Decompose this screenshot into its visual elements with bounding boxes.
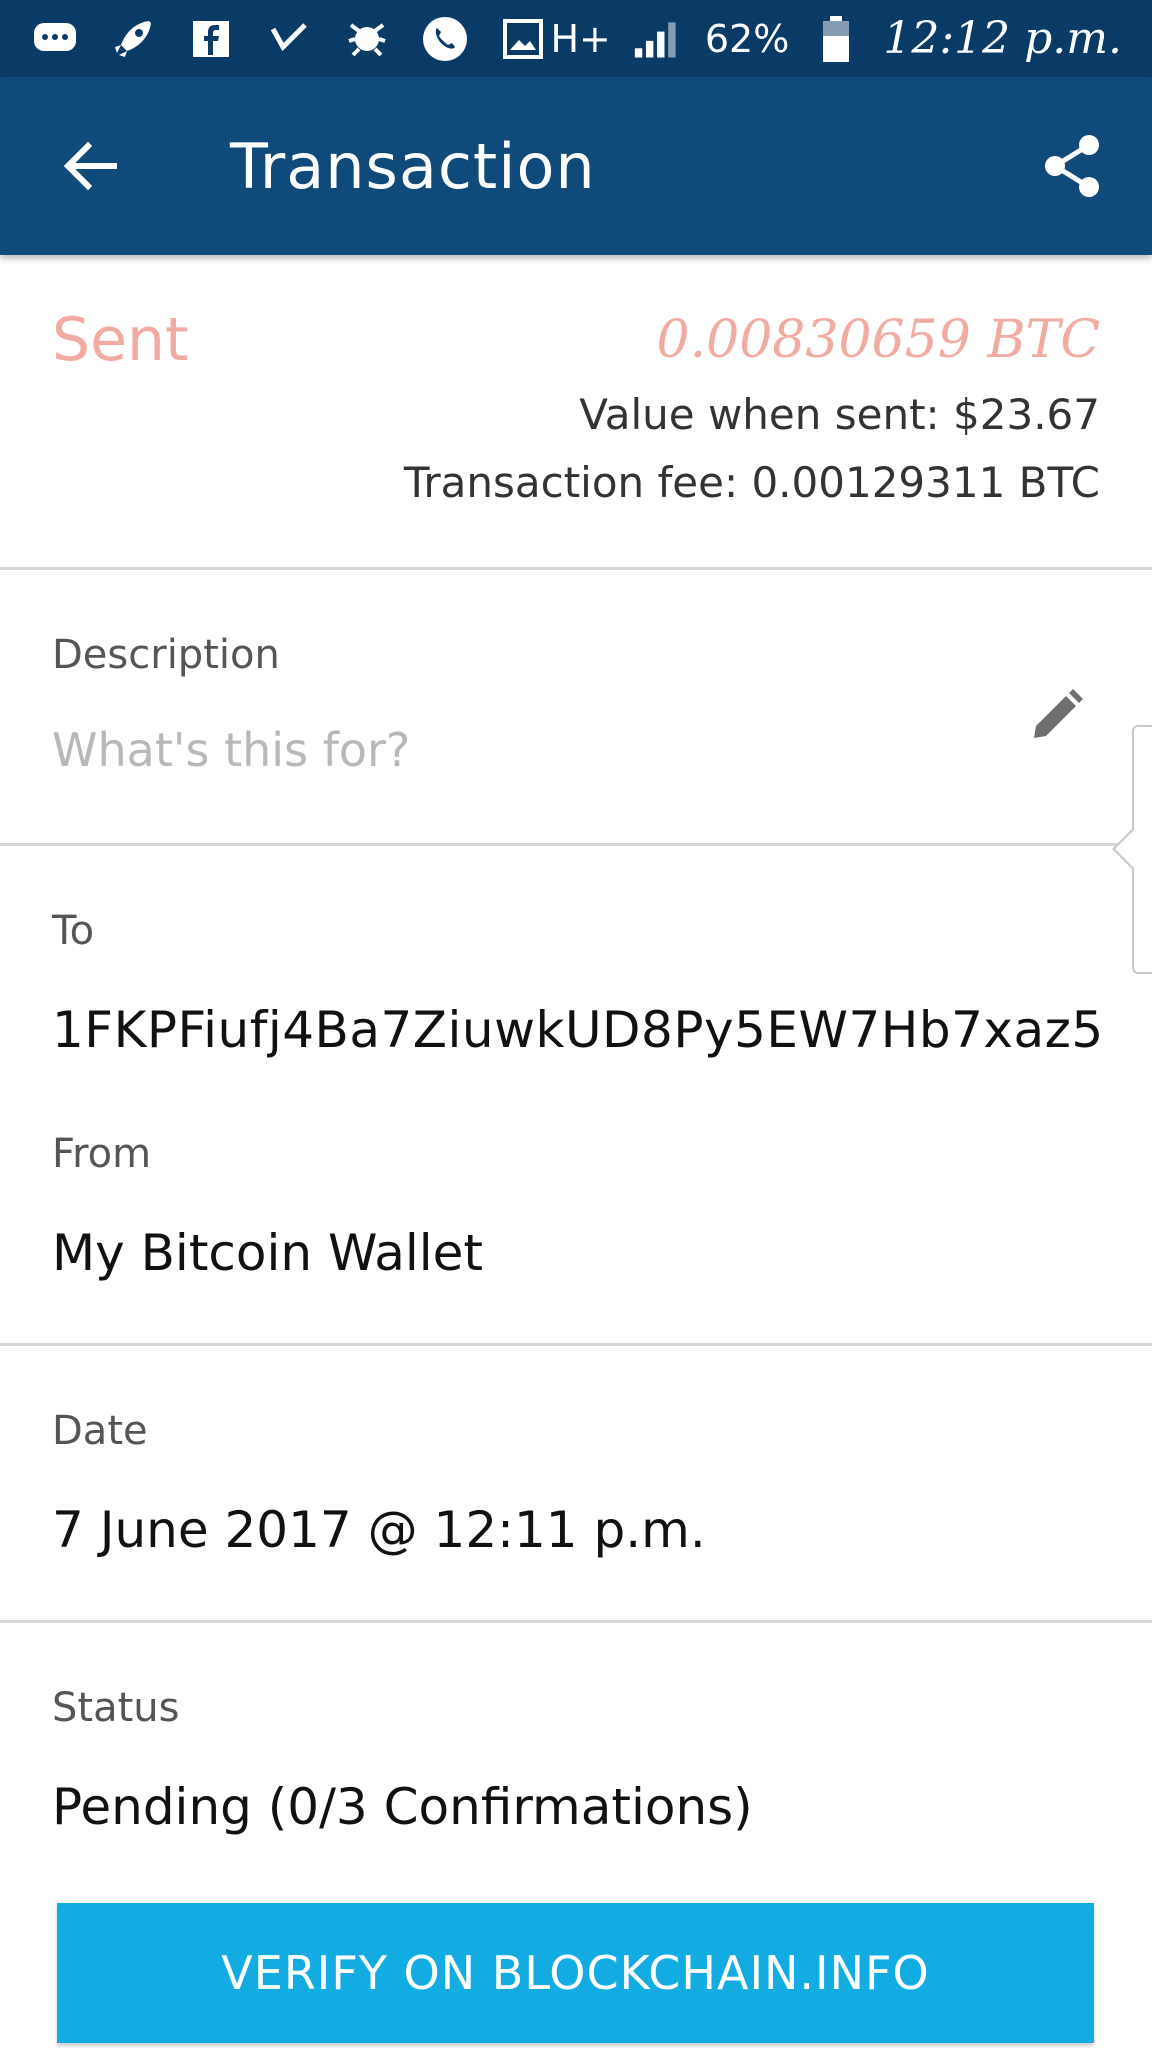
notification-icons <box>0 16 548 62</box>
status-bar: H+ 62% 12:12 p.m. <box>0 0 1152 77</box>
app-bar: Transaction <box>0 77 1152 255</box>
clock: 12:12 p.m. <box>883 13 1122 64</box>
description-label: Description <box>52 632 280 678</box>
to-label: To <box>52 908 95 954</box>
to-from-section: To 1FKPFiufj4Ba7ZiuwkUD8Py5EW7Hb7xaz5 Fr… <box>0 846 1152 1346</box>
transaction-summary: Sent 0.00830659 BTC Value when sent: $23… <box>0 255 1152 570</box>
recipient-address: 1FKPFiufj4Ba7ZiuwkUD8Py5EW7Hb7xaz5 <box>52 1001 1104 1059</box>
battery-percent: 62% <box>704 16 790 61</box>
bug-icon <box>342 16 392 62</box>
from-label: From <box>52 1131 152 1177</box>
description-input[interactable] <box>52 715 1002 785</box>
pencil-icon <box>1034 689 1083 738</box>
facebook-icon <box>186 16 236 62</box>
edit-description-button[interactable] <box>1022 680 1092 750</box>
date-label: Date <box>52 1408 148 1454</box>
arrow-left-icon <box>63 141 117 191</box>
image-icon <box>498 16 548 62</box>
system-indicators: H+ 62% 12:12 p.m. <box>550 13 1152 64</box>
signal-icon <box>633 16 683 62</box>
value-when-sent: Value when sent: $23.67 <box>579 390 1100 439</box>
source-wallet: My Bitcoin Wallet <box>52 1224 484 1282</box>
transaction-fee: Transaction fee: 0.00129311 BTC <box>403 458 1100 507</box>
status-value: Pending (0/3 Confirmations) <box>52 1778 753 1836</box>
rocket-icon <box>108 16 158 62</box>
back-button[interactable] <box>45 121 135 211</box>
checkmark-icon <box>264 16 314 62</box>
status-label: Status <box>52 1685 180 1731</box>
btc-amount: 0.00830659 BTC <box>656 310 1101 370</box>
page-title: Transaction <box>230 129 596 203</box>
messages-icon <box>30 16 80 62</box>
direction-label: Sent <box>52 305 189 375</box>
phone-icon <box>420 16 470 62</box>
share-button[interactable] <box>1027 121 1117 211</box>
description-section: Description <box>0 570 1152 846</box>
network-type: H+ <box>550 16 611 61</box>
battery-icon <box>811 15 861 62</box>
date-value: 7 June 2017 @ 12:11 p.m. <box>52 1501 706 1559</box>
verify-on-blockchain-button[interactable]: VERIFY ON BLOCKCHAIN.INFO <box>57 1903 1094 2043</box>
date-section: Date 7 June 2017 @ 12:11 p.m. <box>0 1346 1152 1623</box>
share-icon <box>1045 135 1099 197</box>
